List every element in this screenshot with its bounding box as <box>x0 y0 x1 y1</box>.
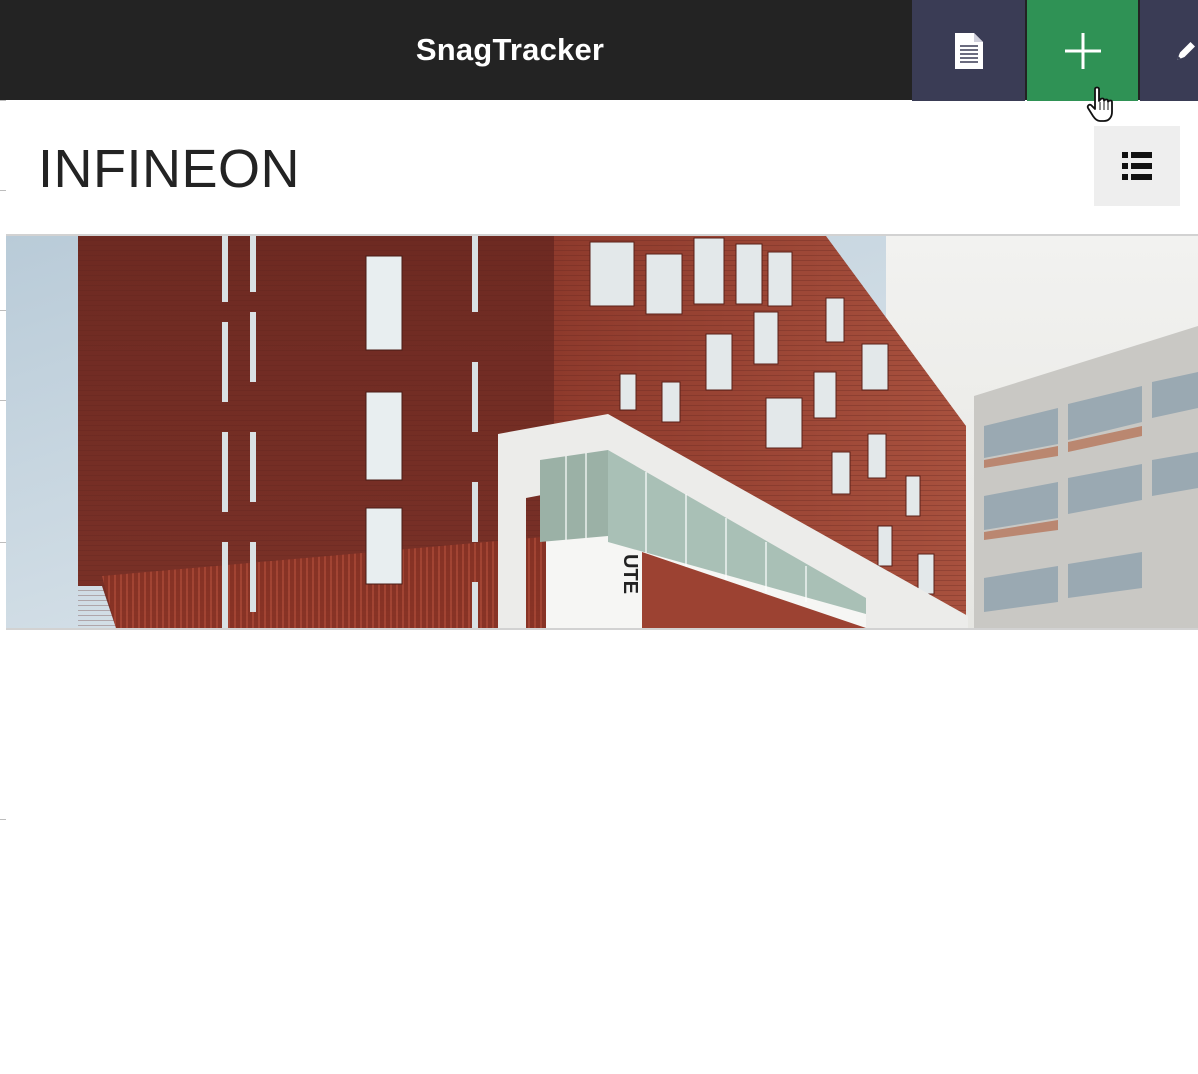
list-view-icon <box>1122 152 1152 180</box>
pencil-icon <box>1177 41 1195 60</box>
app-title: SnaggTracker <box>0 0 1020 100</box>
edge-mark <box>0 100 6 101</box>
project-image: UTE <box>6 234 1198 630</box>
edge-mark <box>0 190 6 191</box>
app-title-snag: Snag <box>415 32 493 67</box>
add-snag-button[interactable] <box>1027 0 1138 101</box>
document-icon <box>954 32 983 69</box>
building-sign-text: UTE <box>619 554 641 594</box>
project-title: INFINEON <box>38 139 301 199</box>
app-title-tracker: Tracker <box>492 32 605 67</box>
list-view-button[interactable] <box>1094 126 1180 206</box>
documents-button[interactable] <box>912 0 1025 101</box>
top-bar: SnaggTracker <box>0 0 1198 101</box>
plus-icon <box>1064 32 1101 69</box>
edit-button[interactable] <box>1140 0 1198 101</box>
edge-mark <box>0 819 6 820</box>
